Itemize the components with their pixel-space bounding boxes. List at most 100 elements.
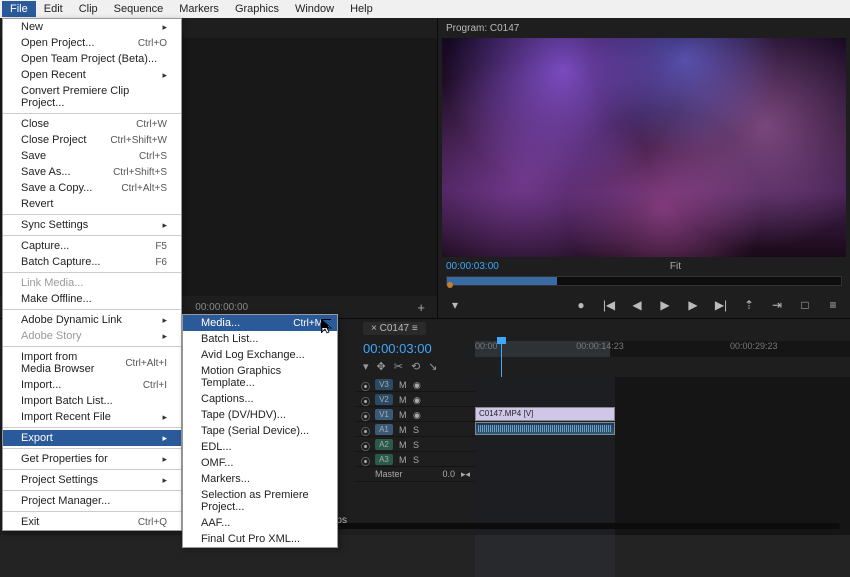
export-menu-item[interactable]: Media...Ctrl+M <box>183 315 337 331</box>
file-menu-item[interactable]: Export▸ <box>3 430 181 446</box>
menu-item-label: Import... <box>21 379 61 391</box>
file-menu-item[interactable]: Import Batch List... <box>3 393 181 409</box>
menu-help[interactable]: Help <box>342 1 381 17</box>
audio-clip[interactable] <box>475 422 615 435</box>
file-menu-item[interactable]: Open Recent▸ <box>3 67 181 83</box>
go-to-in-icon[interactable]: |◀ <box>602 298 616 312</box>
track-a3[interactable]: ⦿A3MS <box>355 452 475 467</box>
menu-edit[interactable]: Edit <box>36 1 71 17</box>
export-menu-item[interactable]: Batch List... <box>183 331 337 347</box>
export-submenu[interactable]: Media...Ctrl+MBatch List... Avid Log Exch… <box>182 314 338 548</box>
linked-selection-icon[interactable]: ✥ <box>377 360 386 373</box>
file-menu-item[interactable]: Revert <box>3 196 181 212</box>
record-icon[interactable]: ● <box>574 298 588 312</box>
export-menu-item[interactable]: AAF... <box>183 515 337 531</box>
file-menu-item[interactable]: Get Properties for▸ <box>3 451 181 467</box>
track-v2[interactable]: ⦿V2M◉ <box>355 392 475 407</box>
export-menu-item[interactable]: Markers... <box>183 471 337 487</box>
video-clip[interactable]: C0147.MP4 [V] <box>475 407 615 421</box>
file-menu-item[interactable]: Batch Capture...F6 <box>3 254 181 270</box>
menu-shortcut: Ctrl+W <box>136 119 167 130</box>
timeline-ruler[interactable]: 00:00 00:00:14:23 00:00:29:23 <box>475 337 850 377</box>
export-menu-item[interactable]: Motion Graphics Template... <box>183 363 337 391</box>
step-back-icon[interactable]: ◀ <box>630 298 644 312</box>
program-monitor[interactable] <box>442 38 846 257</box>
program-scrubber[interactable] <box>446 276 842 286</box>
menu-item-label: Import Batch List... <box>21 395 113 407</box>
export-frame-icon[interactable]: □ <box>798 298 812 312</box>
menu-item-label: Get Properties for <box>21 453 108 465</box>
menu-item-label: Capture... <box>21 240 69 252</box>
sync-lock-icon[interactable]: ⟲ <box>411 360 420 373</box>
menu-shortcut: Ctrl+Q <box>138 517 167 528</box>
lift-icon[interactable]: ⇡ <box>742 298 756 312</box>
marker-icon[interactable]: ▾ <box>448 298 462 312</box>
button-editor-icon[interactable]: ≡ <box>826 298 840 312</box>
file-menu-item[interactable]: Open Team Project (Beta)... <box>3 51 181 67</box>
file-menu-item[interactable]: Import Recent File▸ <box>3 409 181 425</box>
file-menu-item[interactable]: Import from Media BrowserCtrl+Alt+I <box>3 349 181 377</box>
menu-item-label: Tape (Serial Device)... <box>201 425 309 437</box>
export-menu-item[interactable]: Tape (Serial Device)... <box>183 423 337 439</box>
file-menu-item[interactable]: ExitCtrl+Q <box>3 514 181 530</box>
file-menu-item[interactable]: Capture...F5 <box>3 238 181 254</box>
export-menu-item[interactable]: Final Cut Pro XML... <box>183 531 337 547</box>
timeline-timecode[interactable]: 00:00:03:00 <box>363 341 467 356</box>
file-menu-item[interactable]: Make Offline... <box>3 291 181 307</box>
menu-item-label: Avid Log Exchange... <box>201 349 305 361</box>
track-a1[interactable]: ⦿A1MS <box>355 422 475 437</box>
menu-item-label: Save <box>21 150 46 162</box>
timeline-lanes[interactable]: C0147.MP4 [V] <box>475 377 850 535</box>
file-menu-item[interactable]: Convert Premiere Clip Project... <box>3 83 181 111</box>
track-a2[interactable]: ⦿A2MS <box>355 437 475 452</box>
export-menu-item[interactable]: Tape (DV/HDV)... <box>183 407 337 423</box>
track-v1[interactable]: ⦿V1M◉ <box>355 407 475 422</box>
export-menu-item[interactable]: EDL... <box>183 439 337 455</box>
marker-tool-icon[interactable]: ✂ <box>394 360 403 373</box>
menu-item-label: Adobe Story <box>21 330 82 342</box>
export-menu-item[interactable]: Captions... <box>183 391 337 407</box>
program-timecode[interactable]: 00:00:03:00 <box>446 261 499 272</box>
timeline-panel: × C0147 ≡ 00:00:03:00 ▾ ✥ ✂ ⟲ ↘ 00:00 0 <box>355 319 850 535</box>
submenu-arrow-icon: ▸ <box>162 22 167 33</box>
zoom-fit[interactable]: Fit <box>670 261 681 272</box>
file-menu-item[interactable]: SaveCtrl+S <box>3 148 181 164</box>
export-menu-item[interactable]: OMF... <box>183 455 337 471</box>
extract-icon[interactable]: ⇥ <box>770 298 784 312</box>
track-master[interactable]: Master0.0▸◂ <box>355 467 475 482</box>
file-menu-item[interactable]: Project Settings▸ <box>3 472 181 488</box>
file-menu-item[interactable]: Save As...Ctrl+Shift+S <box>3 164 181 180</box>
file-menu-item[interactable]: Open Project...Ctrl+O <box>3 35 181 51</box>
snap-icon[interactable]: ▾ <box>363 360 369 373</box>
menu-window[interactable]: Window <box>287 1 342 17</box>
add-marker-icon[interactable]: + <box>417 300 425 315</box>
file-menu-item[interactable]: Close ProjectCtrl+Shift+W <box>3 132 181 148</box>
menu-item-label: EDL... <box>201 441 232 453</box>
sequence-tab[interactable]: × C0147 ≡ <box>363 322 426 335</box>
menu-shortcut: Ctrl+M <box>293 318 323 329</box>
go-to-out-icon[interactable]: ▶| <box>714 298 728 312</box>
menu-file[interactable]: File <box>2 1 36 17</box>
menu-sequence[interactable]: Sequence <box>106 1 172 17</box>
play-icon[interactable]: ▶ <box>658 298 672 312</box>
menu-graphics[interactable]: Graphics <box>227 1 287 17</box>
track-v3[interactable]: ⦿V3M◉ <box>355 377 475 392</box>
file-menu-item[interactable]: Sync Settings▸ <box>3 217 181 233</box>
step-forward-icon[interactable]: ▶ <box>686 298 700 312</box>
wrench-icon[interactable]: ↘ <box>428 360 437 373</box>
file-menu-dropdown[interactable]: New▸Open Project...Ctrl+OOpen Team Proje… <box>2 18 182 531</box>
file-menu-item[interactable]: Import...Ctrl+I <box>3 377 181 393</box>
file-menu-item[interactable]: Save a Copy...Ctrl+Alt+S <box>3 180 181 196</box>
menubar[interactable]: File Edit Clip Sequence Markers Graphics… <box>0 0 850 18</box>
export-menu-item[interactable]: Selection as Premiere Project... <box>183 487 337 515</box>
menu-item-label: AAF... <box>201 517 230 529</box>
file-menu-item[interactable]: Project Manager... <box>3 493 181 509</box>
file-menu-item[interactable]: CloseCtrl+W <box>3 116 181 132</box>
file-menu-item[interactable]: New▸ <box>3 19 181 35</box>
export-menu-item[interactable]: Avid Log Exchange... <box>183 347 337 363</box>
menu-clip[interactable]: Clip <box>71 1 106 17</box>
menu-item-label: Import Recent File <box>21 411 111 423</box>
menu-markers[interactable]: Markers <box>171 1 227 17</box>
file-menu-item[interactable]: Adobe Dynamic Link▸ <box>3 312 181 328</box>
menu-item-label: Adobe Dynamic Link <box>21 314 122 326</box>
